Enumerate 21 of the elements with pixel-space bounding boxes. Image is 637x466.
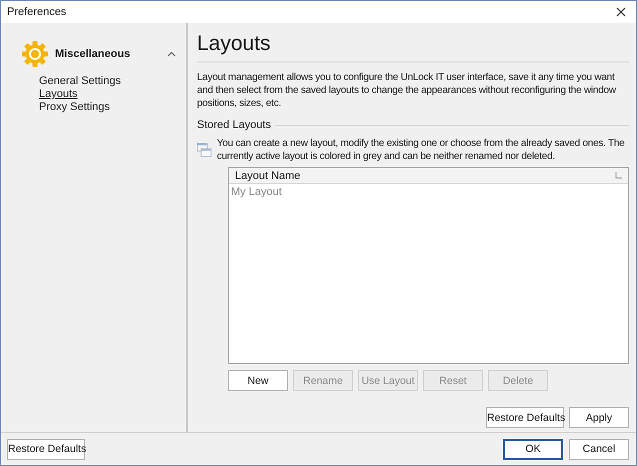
close-icon[interactable]: [614, 5, 628, 19]
description: Layout management allows you to configure the UnLock IT user interface, save it any time you want and then select from the saved layouts to change the appearances without reconfiguring the window positions, sizes, etc.: [197, 71, 617, 110]
sidebar-item[interactable]: Proxy Settings: [39, 101, 110, 114]
chevron-icon[interactable]: [167, 51, 176, 57]
action-button[interactable]: Apply: [569, 407, 629, 428]
page-title: Layouts: [197, 31, 629, 63]
sort-icon: [615, 172, 622, 179]
column-header[interactable]: Layout Name: [229, 168, 628, 184]
action-button[interactable]: Restore Defaults: [486, 407, 564, 428]
gear-icon: [21, 40, 49, 68]
sidebar-item[interactable]: General Settings: [39, 75, 121, 88]
window-title: Preferences: [7, 6, 66, 18]
group-label: Miscellaneous: [55, 48, 132, 60]
dialog-button[interactable]: Cancel: [569, 438, 629, 460]
dialog-button[interactable]: OK: [503, 438, 563, 460]
restore-defaults-button[interactable]: Restore Defaults: [7, 438, 85, 460]
hint-text: You can create a new layout, modify the existing one or choose from the already saved ones. The currently active layout is colored in grey and can be neither renamed nor deleted.: [216, 137, 626, 164]
sidebar-item[interactable]: Layouts: [39, 88, 78, 101]
section-title: Stored Layouts: [197, 119, 271, 131]
layout-button[interactable]: New: [228, 370, 288, 391]
header-text: Layout Name: [235, 170, 300, 182]
